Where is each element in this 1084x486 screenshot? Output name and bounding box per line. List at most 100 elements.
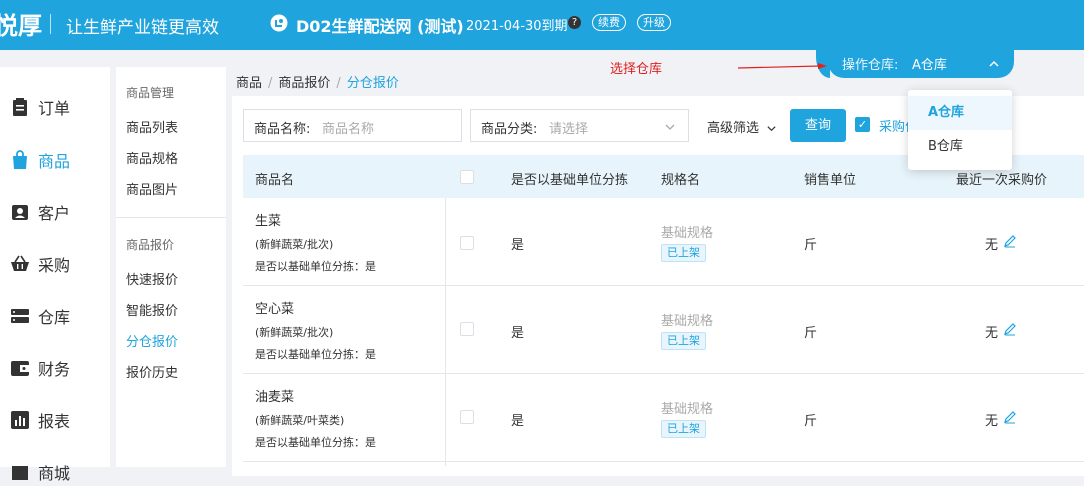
shop-logo-icon: [270, 14, 288, 32]
sidebar-item-warehouse[interactable]: 仓库: [0, 300, 110, 330]
sidebar-item-label: 客户: [38, 204, 71, 223]
wallet-icon: [11, 361, 29, 376]
warehouse-value: A仓库: [912, 58, 947, 73]
warehouse-dropdown: A仓库 B仓库: [908, 90, 1012, 170]
advanced-filter-button[interactable]: 高级筛选: [707, 117, 777, 136]
slogan: 让生鲜产业链更高效: [66, 18, 219, 38]
warehouse-icon: [11, 309, 29, 323]
sidebar-item-label: 商品: [38, 152, 71, 171]
subnav-item-product-list[interactable]: 商品列表: [126, 117, 178, 136]
sidebar-item-label: 仓库: [38, 308, 71, 327]
breadcrumb-current: 分仓报价: [346, 76, 399, 91]
help-icon[interactable]: ?: [568, 16, 581, 29]
shop-name: D02生鲜配送网 (测试): [296, 17, 464, 36]
expire-date: 2021-04-30到期: [466, 19, 568, 34]
breadcrumb-item[interactable]: 商品报价: [278, 76, 330, 91]
logo: 悦厚: [0, 12, 42, 40]
split-value: 是: [511, 414, 525, 429]
column-divider: [445, 198, 446, 466]
product-name-label: 商品名称:: [254, 122, 311, 137]
subnav-item-product-images[interactable]: 商品图片: [126, 179, 178, 198]
row-checkbox[interactable]: [460, 322, 474, 336]
shopping-bag-icon: [13, 150, 27, 169]
table-row: 油麦菜 (新鲜蔬菜/叶菜类) 是否以基础单位分拣：是 是 基础规格 已上架 斤 …: [243, 374, 1084, 462]
store-icon: [12, 466, 28, 480]
select-all-checkbox[interactable]: [460, 170, 474, 184]
sidebar-item-label: 财务: [38, 360, 71, 379]
product-category-field[interactable]: 商品分类: 请选择: [470, 109, 689, 142]
chevron-down-icon: [767, 126, 776, 132]
edit-icon[interactable]: [1003, 322, 1017, 336]
column-header: 销售单位: [804, 173, 857, 188]
chevron-up-icon: [989, 60, 999, 67]
sidebar-item-products[interactable]: 商品: [0, 144, 110, 174]
product-name-input[interactable]: 商品名称: [322, 118, 374, 137]
sale-unit: 斤: [804, 238, 818, 253]
last-purchase-price: 无: [985, 414, 999, 429]
warehouse-option-b[interactable]: B仓库: [908, 130, 1012, 164]
product-name: 空心菜: [255, 302, 295, 317]
product-split-note: 是否以基础单位分拣：是: [255, 260, 376, 273]
sidebar-item-label: 报表: [38, 412, 71, 431]
advanced-filter-label: 高级筛选: [707, 121, 760, 136]
column-header: 是否以基础单位分拣: [511, 173, 629, 188]
product-category-select[interactable]: 请选择: [549, 118, 588, 137]
column-header: 规格名: [661, 173, 701, 188]
subnav-item-smart-quote[interactable]: 智能报价: [126, 300, 178, 319]
product-category-label: 商品分类:: [481, 122, 538, 137]
subnav-divider: [116, 217, 226, 218]
sidebar-item-orders[interactable]: 订单: [0, 91, 110, 121]
slogan-divider: [50, 14, 51, 34]
upgrade-button[interactable]: 升级: [637, 14, 671, 31]
sale-unit: 斤: [804, 326, 818, 341]
product-split-note: 是否以基础单位分拣：是: [255, 436, 376, 449]
status-badge: 已上架: [661, 244, 706, 262]
warehouse-option-a[interactable]: A仓库: [908, 96, 1012, 130]
annotation-arrow: [738, 63, 827, 69]
product-name: 生菜: [255, 214, 282, 229]
column-header: 最近一次采购价: [956, 173, 1048, 188]
status-badge: 已上架: [661, 420, 706, 438]
product-name-field[interactable]: 商品名称: 商品名称: [243, 109, 462, 142]
sidebar-item-label: 采购: [38, 256, 71, 275]
column-header: 商品名: [255, 173, 295, 188]
sidebar-item-customers[interactable]: 客户: [0, 196, 110, 226]
warehouse-selector[interactable]: 操作仓库: A仓库: [828, 48, 1014, 78]
customer-icon: [12, 205, 28, 220]
product-category: (新鲜蔬菜/批次): [255, 238, 334, 251]
product-category: (新鲜蔬菜/叶菜类): [255, 414, 345, 427]
clipboard-icon: [13, 98, 27, 116]
edit-icon[interactable]: [1003, 234, 1017, 248]
query-button[interactable]: 查询: [790, 109, 846, 142]
sidebar-item-label: 订单: [38, 99, 71, 118]
breadcrumb-item[interactable]: 商品: [236, 76, 262, 91]
sidebar: 订单 商品 客户 采购 仓库 财务 报表 商城: [0, 67, 110, 483]
chevron-down-icon: [665, 124, 675, 130]
sidebar-item-mall[interactable]: 商城: [0, 456, 110, 486]
last-purchase-price: 无: [985, 326, 999, 341]
breadcrumb: 商品 / 商品报价 / 分仓报价: [236, 76, 399, 91]
subnav-group-title: 商品报价: [126, 238, 175, 252]
row-checkbox[interactable]: [460, 410, 474, 424]
product-name: 油麦菜: [255, 390, 295, 405]
sub-navigation: 商品管理 商品列表 商品规格 商品图片 商品报价 快速报价 智能报价 分仓报价 …: [116, 67, 226, 467]
sidebar-item-purchase[interactable]: 采购: [0, 248, 110, 278]
auto-price-checkbox[interactable]: ✓: [855, 117, 870, 132]
split-value: 是: [511, 326, 525, 341]
subnav-item-quote-history[interactable]: 报价历史: [126, 362, 178, 381]
basket-icon: [11, 255, 29, 271]
renew-button[interactable]: 续费: [592, 14, 626, 31]
edit-icon[interactable]: [1003, 410, 1017, 424]
sidebar-item-reports[interactable]: 报表: [0, 404, 110, 434]
row-checkbox[interactable]: [460, 236, 474, 250]
sidebar-item-label: 商城: [38, 464, 71, 483]
spec-name: 基础规格: [661, 314, 714, 329]
table-row: 空心菜 (新鲜蔬菜/批次) 是否以基础单位分拣：是 是 基础规格 已上架 斤 无: [243, 286, 1084, 374]
subnav-group-title: 商品管理: [126, 86, 175, 100]
sidebar-item-finance[interactable]: 财务: [0, 352, 110, 382]
subnav-item-product-spec[interactable]: 商品规格: [126, 148, 178, 167]
spec-name: 基础规格: [661, 226, 714, 241]
subnav-item-quick-quote[interactable]: 快速报价: [126, 269, 178, 288]
top-bar: 悦厚 让生鲜产业链更高效 D02生鲜配送网 (测试) 2021-04-30到期 …: [0, 0, 1084, 50]
subnav-item-warehouse-quote[interactable]: 分仓报价: [126, 331, 178, 350]
